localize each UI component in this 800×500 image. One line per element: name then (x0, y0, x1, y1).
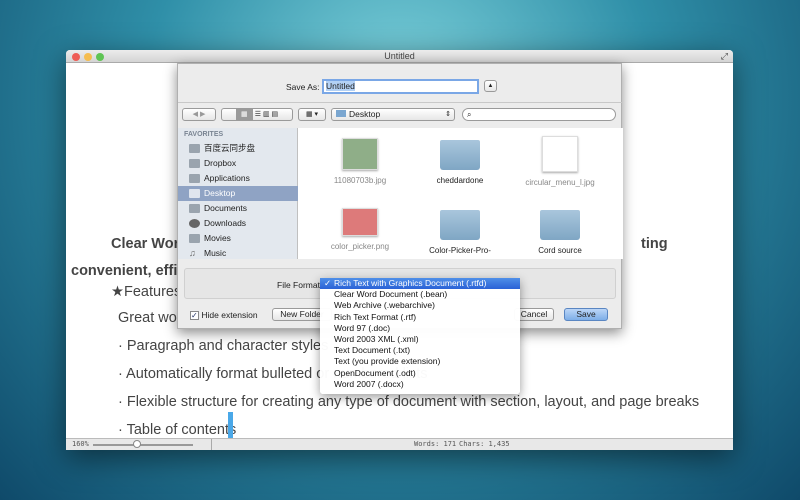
image-thumbnail (542, 136, 578, 172)
downloads-icon (189, 219, 200, 228)
menu-item[interactable]: Clear Word Document (.bean) (320, 289, 520, 300)
text-cursor (228, 412, 233, 438)
sidebar-item[interactable]: Dropbox (178, 156, 298, 171)
zoom-slider-knob[interactable] (133, 440, 141, 448)
folder-item[interactable]: Cord source (510, 210, 610, 255)
music-icon: ♫ (189, 248, 196, 258)
close-button[interactable] (72, 53, 80, 61)
folder-icon (440, 210, 480, 240)
menu-item[interactable]: Word 2003 XML (.xml) (320, 334, 520, 345)
folder-item[interactable]: cheddardone (410, 140, 510, 185)
menu-item[interactable]: Text Document (.txt) (320, 345, 520, 356)
sidebar-item-selected[interactable]: Desktop (178, 186, 298, 201)
folder-icon (540, 210, 580, 240)
sidebar-item[interactable]: Downloads (178, 216, 298, 231)
menu-item[interactable]: Word 2007 (.docx) (320, 379, 520, 390)
search-input[interactable]: ⌕ (462, 108, 616, 121)
title-bar: Untitled ⤢ (66, 50, 733, 63)
word-count: Words: 171 (414, 440, 457, 448)
file-format-menu[interactable]: ✓ Rich Text with Graphics Document (.rtfd… (320, 278, 520, 394)
file-item[interactable]: circular_menu_l.jpg (510, 136, 610, 187)
minimize-button[interactable] (84, 53, 92, 61)
file-item[interactable]: color_picker.png (310, 208, 410, 251)
fullscreen-icon[interactable]: ⤢ (721, 50, 728, 63)
sidebar: FAVORITES 百度云同步盘 Dropbox Applications De… (178, 128, 298, 259)
save-as-input[interactable]: Untitled (322, 79, 479, 94)
sidebar-header: FAVORITES (184, 131, 224, 138)
search-icon: ⌕ (467, 110, 472, 119)
view-mode-buttons[interactable]: ▦ ☰ ▥ ▤ (221, 108, 293, 121)
desktop-icon (189, 189, 200, 198)
zoom-slider[interactable] (93, 444, 193, 446)
doc-line: ★Features (111, 284, 182, 300)
doc-line: · Flexible structure for creating any ty… (118, 394, 700, 410)
save-as-label: Save As: (286, 82, 320, 92)
back-forward-buttons[interactable]: ◀ ▶ (182, 108, 216, 121)
sidebar-item[interactable]: ♫ Music (178, 246, 298, 261)
char-count: Chars: 1,435 (459, 440, 510, 448)
folder-icon (189, 159, 200, 168)
icon-view-icon: ▦ (235, 109, 253, 120)
status-bar: 160% Words: 171 Chars: 1,435 (66, 438, 733, 450)
save-button[interactable]: Save (564, 308, 608, 321)
sidebar-item[interactable]: 百度云同步盘 (178, 141, 298, 156)
doc-line: ting (641, 236, 668, 252)
image-thumbnail (342, 208, 378, 236)
hide-extension-checkbox[interactable]: ✓ Hide extension (190, 310, 258, 320)
image-thumbnail (342, 138, 378, 170)
window-title: Untitled (384, 51, 415, 61)
divider (211, 439, 212, 450)
sidebar-item[interactable]: Applications (178, 171, 298, 186)
movies-icon (189, 234, 200, 243)
zoom-level: 160% (72, 440, 89, 448)
zoom-button[interactable] (96, 53, 104, 61)
divider (178, 102, 623, 103)
menu-item[interactable]: Text (you provide extension) (320, 356, 520, 367)
file-browser: 11080703b.jpg cheddardone circular_menu_… (298, 128, 623, 259)
cancel-button[interactable]: Cancel (514, 308, 554, 321)
applications-icon (189, 174, 200, 183)
sidebar-item[interactable]: Movies (178, 231, 298, 246)
file-item[interactable]: 11080703b.jpg (310, 138, 410, 185)
doc-line: · Paragraph and character styles (118, 338, 329, 354)
menu-item[interactable]: OpenDocument (.odt) (320, 368, 520, 379)
menu-item[interactable]: Word 97 (.doc) (320, 323, 520, 334)
menu-item[interactable]: Web Archive (.webarchive) (320, 300, 520, 311)
folder-icon (336, 110, 346, 117)
collapse-button[interactable]: ▲ (484, 80, 497, 92)
folder-icon (440, 140, 480, 170)
sidebar-item[interactable]: Documents (178, 201, 298, 216)
file-format-label: File Format: (277, 280, 323, 290)
arrange-button[interactable]: ▦ ▾ (298, 108, 326, 121)
doc-line: · Table of contents (118, 422, 237, 438)
menu-item-selected[interactable]: ✓ Rich Text with Graphics Document (.rtfd… (320, 278, 520, 290)
folder-icon (189, 144, 200, 153)
documents-icon (189, 204, 200, 213)
menu-item[interactable]: Rich Text Format (.rtf) (320, 312, 520, 323)
folder-item[interactable]: Color-Picker-Pro- (410, 210, 510, 255)
location-popup[interactable]: Desktop ⇕ (331, 108, 455, 121)
